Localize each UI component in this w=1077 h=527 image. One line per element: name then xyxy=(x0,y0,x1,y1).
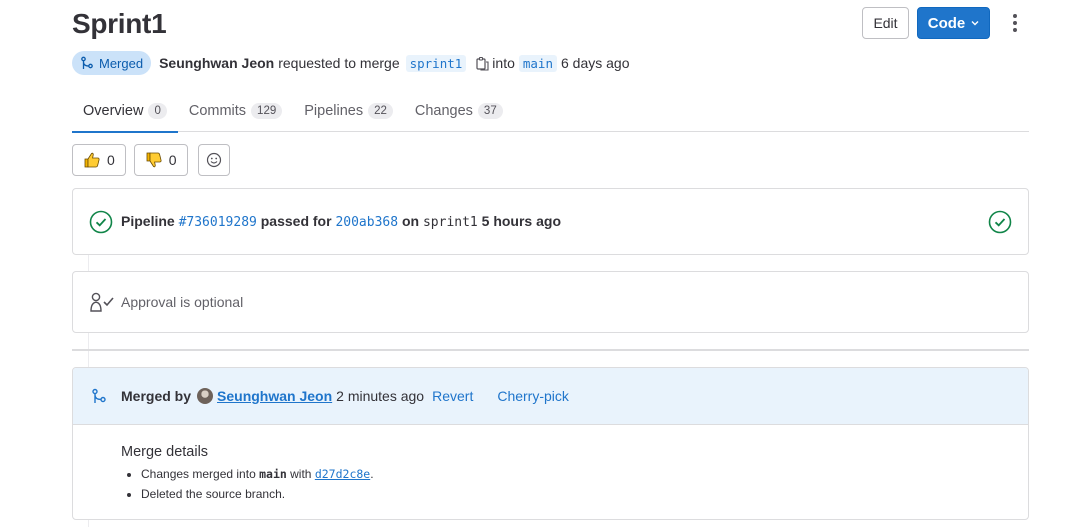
tab-commits[interactable]: Commits 129 xyxy=(178,90,293,132)
detail-branch: main xyxy=(259,467,287,481)
copy-icon[interactable] xyxy=(475,56,489,71)
tab-count: 37 xyxy=(477,103,503,119)
status-success-icon[interactable] xyxy=(89,210,113,234)
requested-text: requested to merge xyxy=(278,55,400,71)
merged-by-user-link[interactable]: Seunghwan Jeon xyxy=(217,388,332,404)
merge-icon xyxy=(92,388,106,403)
merged-widget-header: Merged by Seunghwan Jeon 2 minutes ago R… xyxy=(73,368,1028,425)
approval-text: Approval is optional xyxy=(121,294,244,310)
thumbs-down-count: 0 xyxy=(168,152,177,168)
merge-details-list: Changes merged into main with d27d2c8e. … xyxy=(141,467,1028,501)
merge-request-meta: Merged Seunghwan Jeon requested to merge… xyxy=(72,51,629,75)
created-time: 6 days ago xyxy=(560,55,630,71)
merged-by-label: Merged by xyxy=(121,388,192,404)
tab-changes[interactable]: Changes 37 xyxy=(404,90,514,132)
status-badge: Merged xyxy=(72,51,152,75)
target-branch[interactable]: main xyxy=(518,54,557,72)
detail-text: with xyxy=(290,467,312,481)
pipeline-time: 5 hours ago xyxy=(481,213,562,229)
tab-label: Commits xyxy=(188,103,247,119)
passed-for-text: passed for xyxy=(260,213,332,229)
revert-button[interactable]: Revert xyxy=(432,388,473,404)
detail-text: Changes merged into xyxy=(141,467,256,481)
tab-count: 0 xyxy=(148,103,167,119)
chevron-down-icon xyxy=(971,21,979,26)
thumbs-up-count: 0 xyxy=(107,152,115,168)
source-branch[interactable]: sprint1 xyxy=(405,54,467,72)
list-item: Changes merged into main with d27d2c8e. xyxy=(141,467,1028,481)
commit-sha-link[interactable]: 200ab368 xyxy=(335,215,398,230)
tab-pipelines[interactable]: Pipelines 22 xyxy=(293,90,404,132)
author-link[interactable]: Seunghwan Jeon xyxy=(159,55,274,71)
into-text: into xyxy=(492,55,515,71)
pipeline-widget: Pipeline #736019289 passed for 200ab368 … xyxy=(72,188,1029,255)
more-actions-icon[interactable] xyxy=(1010,7,1020,39)
status-badge-label: Merged xyxy=(99,55,144,71)
code-button-label: Code xyxy=(927,14,966,32)
smiley-icon xyxy=(206,152,221,168)
award-emoji-bar: 0 0 xyxy=(72,144,230,176)
on-text: on xyxy=(401,213,420,229)
pipeline-summary: Pipeline #736019289 passed for 200ab368 … xyxy=(121,213,561,230)
merge-details: Merge details Changes merged into main w… xyxy=(73,425,1028,501)
list-item: Deleted the source branch. xyxy=(141,487,1028,501)
tab-overview[interactable]: Overview 0 xyxy=(72,90,178,133)
add-reaction-button[interactable] xyxy=(197,144,230,176)
tab-label: Changes xyxy=(414,103,473,119)
merged-widget: Merged by Seunghwan Jeon 2 minutes ago R… xyxy=(72,367,1029,520)
merge-request-tabs: Overview 0 Commits 129 Pipelines 22 Chan… xyxy=(72,90,1029,133)
thumbs-down-icon xyxy=(146,152,162,168)
merged-time: 2 minutes ago xyxy=(336,388,425,404)
tab-count: 129 xyxy=(251,103,283,119)
tab-label: Pipelines xyxy=(304,103,364,119)
merge-details-title: Merge details xyxy=(121,444,209,460)
approval-user-check-icon xyxy=(90,292,114,312)
tab-count: 22 xyxy=(368,103,393,119)
pipeline-id-link[interactable]: #736019289 xyxy=(179,215,257,230)
detail-text: . xyxy=(370,467,374,481)
thumbs-up-icon xyxy=(84,152,100,168)
cherry-pick-button[interactable]: Cherry-pick xyxy=(497,388,569,404)
merge-icon xyxy=(81,56,93,69)
thumbs-up-button[interactable]: 0 xyxy=(72,144,126,176)
pipeline-stage-status-icon[interactable] xyxy=(988,210,1012,237)
approval-widget: Approval is optional xyxy=(72,271,1029,333)
thumbs-down-button[interactable]: 0 xyxy=(133,144,188,176)
pipeline-branch[interactable]: sprint1 xyxy=(423,215,478,230)
header-actions: Edit Code xyxy=(862,7,1020,39)
tab-label: Overview xyxy=(83,103,144,119)
pipeline-word: Pipeline xyxy=(121,213,175,229)
avatar[interactable] xyxy=(197,388,214,404)
code-dropdown-button[interactable]: Code xyxy=(917,7,990,39)
edit-button[interactable]: Edit xyxy=(862,7,909,39)
section-divider xyxy=(72,349,1029,351)
page-title: Sprint1 xyxy=(72,8,167,39)
merge-commit-link[interactable]: d27d2c8e xyxy=(315,467,370,481)
